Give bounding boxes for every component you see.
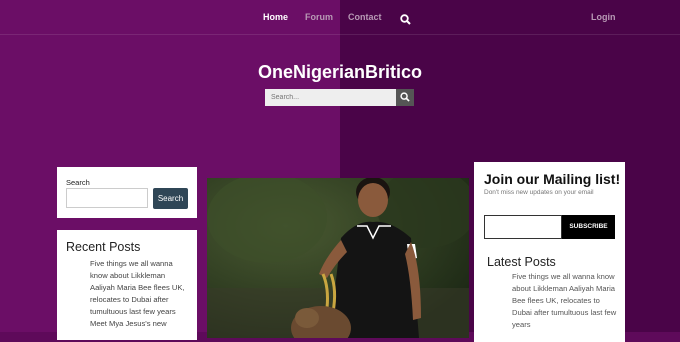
- search-label: Search: [66, 178, 90, 187]
- sidebar-search-widget: Search Search: [57, 167, 197, 218]
- recent-posts-widget: Recent Posts Five things we all wanna kn…: [57, 230, 197, 340]
- latest-posts-title: Latest Posts: [487, 255, 556, 269]
- subscribe-button[interactable]: SUBSCRIBE: [562, 215, 615, 239]
- top-nav-bar: [0, 0, 680, 35]
- recent-posts-title: Recent Posts: [66, 240, 141, 254]
- nav-forum-link[interactable]: Forum: [305, 0, 333, 34]
- recent-posts-list[interactable]: Five things we all wanna know about Likk…: [90, 258, 190, 330]
- email-input[interactable]: [484, 215, 562, 239]
- hero-search-button[interactable]: [396, 89, 414, 106]
- site-title[interactable]: OneNigerianBritico: [0, 62, 680, 83]
- mailing-list-title: Join our Mailing list!: [484, 171, 621, 187]
- mailing-list-widget: Join our Mailing list! Don't miss new up…: [474, 162, 625, 342]
- nav-home-link[interactable]: Home: [263, 0, 288, 34]
- hero-search-input[interactable]: [265, 89, 396, 106]
- sidebar-search-button[interactable]: Search: [153, 188, 188, 209]
- search-icon: [400, 92, 410, 102]
- latest-posts-list[interactable]: Five things we all wanna know about Likk…: [512, 271, 617, 331]
- sidebar-search-input[interactable]: [66, 188, 148, 208]
- featured-post-image[interactable]: [207, 178, 469, 338]
- search-icon[interactable]: [400, 12, 411, 25]
- nav-login-link[interactable]: Login: [591, 0, 616, 34]
- mailing-list-subtitle: Don't miss new updates on your email: [484, 189, 594, 196]
- nav-contact-link[interactable]: Contact: [348, 0, 382, 34]
